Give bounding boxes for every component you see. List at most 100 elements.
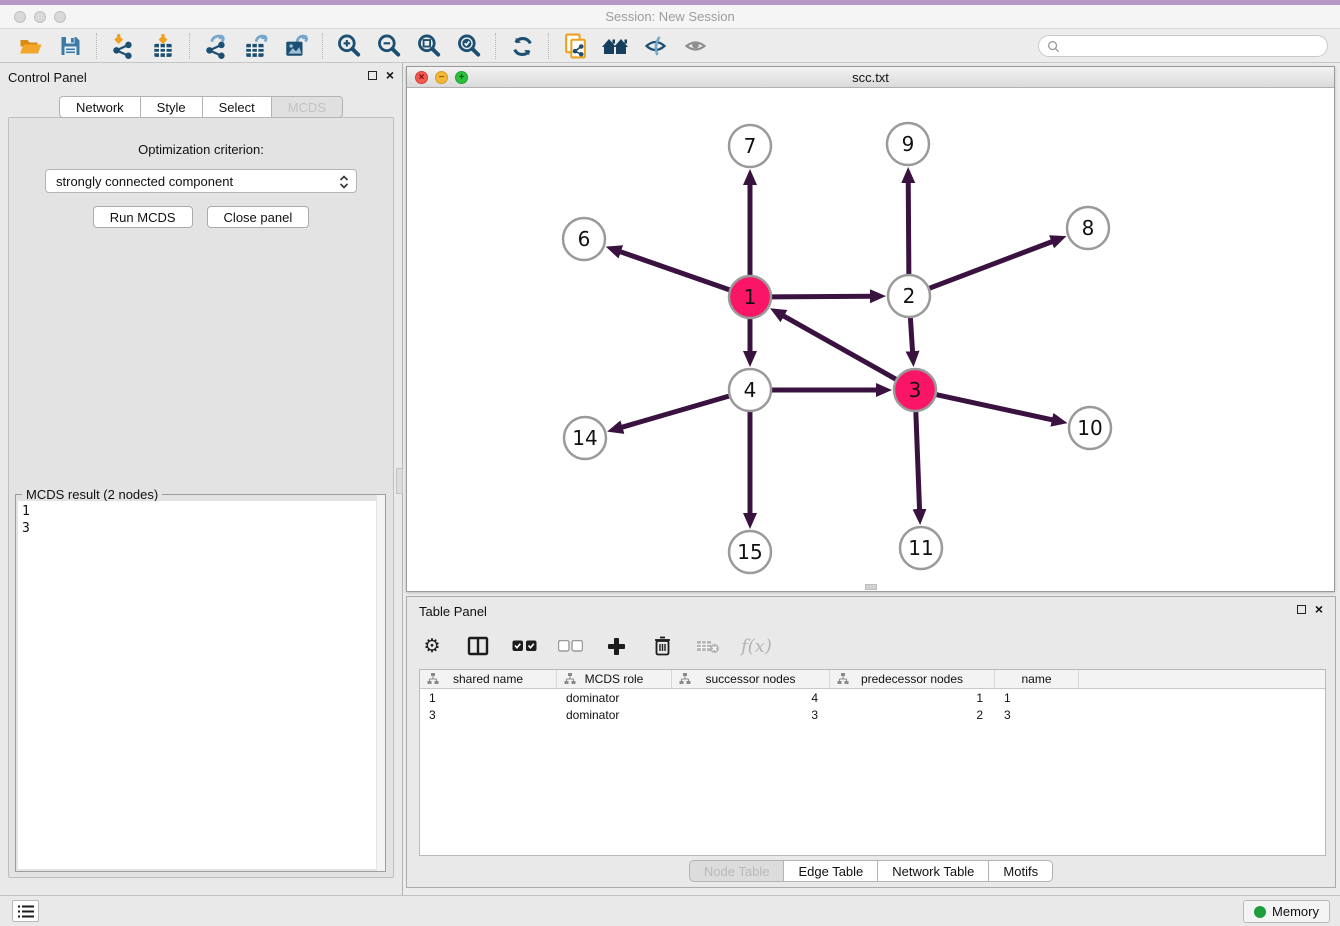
clone-network-button[interactable] (555, 31, 595, 61)
graph-node-11[interactable]: 11 (900, 527, 942, 569)
network-graph[interactable]: 7 9 6 8 1 2 4 3 14 10 15 11 (407, 88, 1334, 591)
zoom-selected-icon (456, 33, 482, 59)
column-header-MCDS-role[interactable]: MCDS role (557, 670, 672, 688)
columns-icon (467, 636, 489, 656)
float-table-panel-icon[interactable] (1297, 605, 1306, 614)
result-scrollbar[interactable] (376, 495, 385, 871)
delete-table-button[interactable] (695, 631, 721, 661)
tab-node-table[interactable]: Node Table (689, 860, 784, 882)
vertical-splitter-handle[interactable] (396, 468, 403, 494)
zoom-selected-button[interactable] (449, 31, 489, 61)
zoom-out-button[interactable] (369, 31, 409, 61)
hide-panel-button[interactable] (635, 31, 675, 61)
graph-edge-1-6[interactable] (619, 251, 729, 290)
open-session-button[interactable] (10, 31, 50, 61)
control-panel: Control Panel × Network Style Select MCD… (0, 63, 403, 895)
graph-node-14[interactable]: 14 (564, 417, 606, 459)
tab-mcds[interactable]: MCDS (271, 96, 343, 118)
deselect-all-columns-button[interactable] (557, 631, 583, 661)
table-row[interactable]: 3dominator323 (420, 706, 1325, 723)
graph-node-3[interactable]: 3 (894, 369, 936, 411)
memory-button[interactable]: Memory (1243, 900, 1330, 923)
close-panel-icon[interactable]: × (386, 70, 394, 81)
graph-node-7[interactable]: 7 (729, 125, 771, 167)
tab-network[interactable]: Network (59, 96, 140, 118)
list-icon (18, 905, 34, 918)
graph-node-15[interactable]: 15 (729, 531, 771, 573)
tab-style[interactable]: Style (140, 96, 202, 118)
table-panel-header: Table Panel × (407, 597, 1335, 625)
save-session-button[interactable] (50, 31, 90, 61)
column-header-successor-nodes[interactable]: successor nodes (672, 670, 830, 688)
graph-edge-1-2[interactable] (772, 296, 872, 297)
home-button[interactable] (595, 31, 635, 61)
table-cell[interactable]: dominator (557, 689, 672, 706)
graph-node-9[interactable]: 9 (887, 123, 929, 165)
tab-select[interactable]: Select (202, 96, 271, 118)
column-header-predecessor-nodes[interactable]: predecessor nodes (830, 670, 995, 688)
table-cell[interactable]: 1 (995, 689, 1079, 706)
close-panel-button[interactable]: Close panel (207, 206, 310, 228)
tab-network-table[interactable]: Network Table (877, 860, 988, 882)
table-cell[interactable]: 3 (672, 706, 830, 723)
import-network-button[interactable] (103, 31, 143, 61)
search-input[interactable] (1065, 39, 1319, 53)
function-builder-button[interactable]: f(x) (741, 631, 772, 661)
table-cell[interactable]: 2 (830, 706, 995, 723)
float-panel-icon[interactable] (368, 71, 377, 80)
table-cell[interactable]: 3 (420, 706, 557, 723)
search-field[interactable] (1038, 35, 1328, 57)
status-bar: Memory (0, 895, 1340, 926)
graph-node-6[interactable]: 6 (563, 218, 605, 260)
column-header-name[interactable]: name (995, 670, 1079, 688)
export-image-icon (283, 33, 309, 59)
graph-edge-2-9[interactable] (908, 181, 909, 274)
criterion-value: strongly connected component (56, 174, 233, 189)
export-network-button[interactable] (196, 31, 236, 61)
run-mcds-button[interactable]: Run MCDS (93, 206, 193, 228)
table-cell[interactable]: dominator (557, 706, 672, 723)
tab-motifs[interactable]: Motifs (988, 860, 1053, 882)
graph-node-10[interactable]: 10 (1069, 407, 1111, 449)
tab-edge-table[interactable]: Edge Table (783, 860, 877, 882)
toolbar-separator (322, 33, 323, 59)
graph-node-4[interactable]: 4 (729, 369, 771, 411)
mcds-result-text[interactable]: 1 3 (18, 501, 383, 869)
show-panel-button[interactable] (675, 31, 715, 61)
zoom-in-button[interactable] (329, 31, 369, 61)
export-image-button[interactable] (276, 31, 316, 61)
graph-node-8[interactable]: 8 (1067, 207, 1109, 249)
toolbar-separator (96, 33, 97, 59)
table-cell[interactable]: 1 (420, 689, 557, 706)
add-column-button[interactable] (603, 631, 629, 661)
select-all-columns-button[interactable] (511, 631, 537, 661)
graph-edge-4-14[interactable] (621, 396, 729, 428)
import-table-button[interactable] (143, 31, 183, 61)
graph-edge-2-8[interactable] (930, 241, 1054, 288)
table-cell[interactable]: 1 (830, 689, 995, 706)
close-table-panel-icon[interactable]: × (1315, 604, 1323, 615)
task-history-button[interactable] (12, 900, 39, 922)
network-window-titlebar[interactable]: × − + scc.txt (407, 67, 1334, 88)
hierarchy-icon (837, 673, 849, 685)
network-window: × − + scc.txt 7 9 6 8 1 2 4 3 14 10 15 11 (406, 66, 1335, 592)
network-resize-handle[interactable] (865, 584, 877, 590)
toggle-columns-button[interactable] (465, 631, 491, 661)
zoom-fit-button[interactable] (409, 31, 449, 61)
graph-node-1[interactable]: 1 (729, 276, 771, 318)
table-cell[interactable]: 4 (672, 689, 830, 706)
export-table-icon (243, 33, 269, 59)
delete-column-button[interactable] (649, 631, 675, 661)
table-row[interactable]: 1dominator411 (420, 689, 1325, 706)
table-cell[interactable]: 3 (995, 706, 1079, 723)
graph-edge-2-3[interactable] (910, 318, 912, 353)
apply-layout-button[interactable] (502, 31, 542, 61)
graph-edge-3-11[interactable] (916, 412, 920, 511)
criterion-dropdown[interactable]: strongly connected component (45, 169, 357, 193)
export-table-button[interactable] (236, 31, 276, 61)
graph-edge-3-1[interactable] (782, 315, 896, 379)
graph-node-2[interactable]: 2 (888, 275, 930, 317)
table-settings-button[interactable]: ⚙ (419, 631, 445, 661)
graph-edge-3-10[interactable] (936, 395, 1053, 420)
column-header-shared-name[interactable]: shared name (420, 670, 557, 688)
